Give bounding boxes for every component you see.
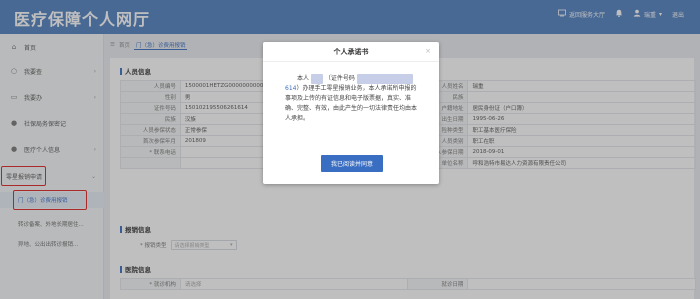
commitment-modal: 个人承诺书 × 本人 ·· （证件号码 ··· 614）办理手工零星报销业务，本… [263, 42, 439, 184]
redacted-name: ·· [310, 74, 323, 84]
modal-text: ）办理手工零星报销业务，本人承诺所申报的事项及上传的有证信息和电子版票据，真实、… [285, 85, 418, 122]
close-icon[interactable]: × [425, 47, 431, 55]
modal-text-prefix: 本人 [297, 75, 310, 82]
redacted-id: ··· [356, 74, 413, 84]
modal-id-suffix: 614 [285, 85, 297, 92]
modal-body: 本人 ·· （证件号码 ··· 614）办理手工零星报销业务，本人承诺所申报的事… [285, 74, 417, 124]
agree-button[interactable]: 我已阅读并同意 [321, 155, 383, 172]
modal-title: 个人承诺书 [263, 42, 439, 62]
modal-id-label: （证件号码 [324, 75, 355, 82]
